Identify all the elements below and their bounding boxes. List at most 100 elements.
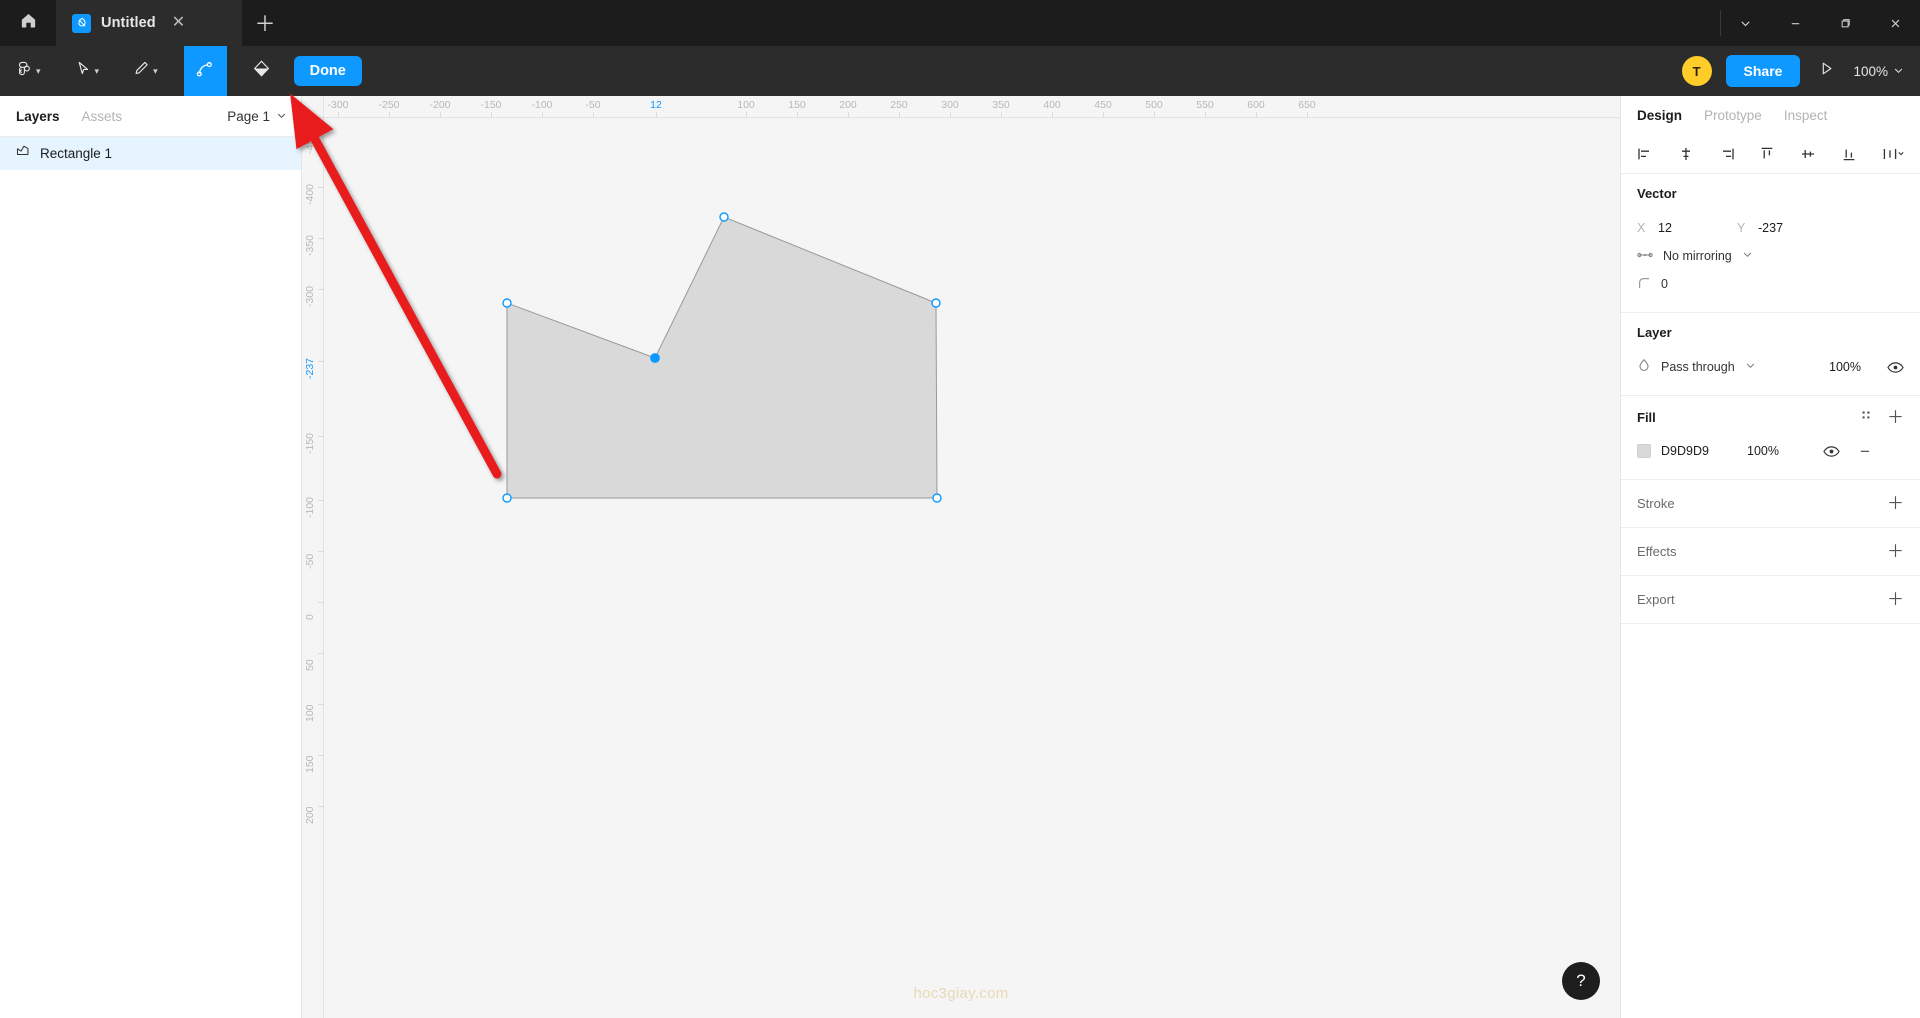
anchor-point[interactable] <box>931 298 941 308</box>
question-mark-icon: ? <box>1576 971 1586 990</box>
add-fill-button[interactable]: ＋ <box>1887 409 1904 426</box>
tab-design[interactable]: Design <box>1637 108 1682 123</box>
move-tool-button[interactable]: ▾ <box>69 46 106 96</box>
pen-tool-button[interactable]: ▾ <box>127 46 164 96</box>
y-value: -237 <box>1758 221 1784 235</box>
main-toolbar: ▾ ▾ ▾ Done T Share 100% <box>0 46 1920 96</box>
close-icon[interactable] <box>1870 0 1920 46</box>
eye-icon[interactable] <box>1887 361 1904 374</box>
tab-assets[interactable]: Assets <box>82 109 123 124</box>
align-left-icon[interactable] <box>1637 146 1653 162</box>
fill-color-swatch[interactable] <box>1637 444 1651 458</box>
cursor-arrow-icon <box>75 60 92 82</box>
done-button[interactable]: Done <box>293 56 362 86</box>
canvas[interactable]: -300 -250 -200 -150 -100 -50 12 100 150 200 250 300… <box>302 96 1620 1018</box>
align-bottom-icon[interactable] <box>1841 146 1857 162</box>
layer-item-rectangle-1[interactable]: Rectangle 1 <box>0 137 301 170</box>
blend-mode-dropdown[interactable]: Pass through <box>1637 358 1756 376</box>
anchor-point[interactable] <box>932 493 942 503</box>
pencil-icon <box>133 60 150 82</box>
anchor-point[interactable] <box>719 212 729 222</box>
fill-section-header: Fill ＋ <box>1637 408 1904 427</box>
close-icon[interactable]: ✕ <box>172 15 185 31</box>
y-field[interactable]: Y -237 <box>1737 221 1837 235</box>
layer-name: Rectangle 1 <box>40 146 113 161</box>
zoom-control[interactable]: 100% <box>1853 64 1906 79</box>
main-menu-button[interactable]: ▾ <box>10 46 47 96</box>
stroke-section: Stroke ＋ <box>1621 480 1920 528</box>
align-horizontal-center-icon[interactable] <box>1678 146 1694 162</box>
fill-section: Fill ＋ D9D9D9 100% − <box>1621 396 1920 480</box>
tab-layers[interactable]: Layers <box>16 109 60 124</box>
new-tab-button[interactable]: ＋ <box>242 0 288 46</box>
home-icon <box>19 11 38 35</box>
align-right-icon[interactable] <box>1719 146 1735 162</box>
layers-panel: Layers Assets Page 1 Rectangle 1 <box>0 96 302 1018</box>
chevron-down-icon <box>1742 249 1753 263</box>
shape-path[interactable] <box>506 216 938 499</box>
x-value: 12 <box>1658 221 1672 235</box>
corner-radius-row: 0 <box>1637 270 1904 298</box>
paint-bucket-icon <box>251 58 272 84</box>
x-field[interactable]: X 12 <box>1637 221 1737 235</box>
minimize-icon[interactable] <box>1770 0 1820 46</box>
effects-section: Effects ＋ <box>1621 528 1920 576</box>
fill-section-title: Fill <box>1637 410 1656 425</box>
align-top-icon[interactable] <box>1759 146 1775 162</box>
mirror-handles-icon <box>1637 248 1653 265</box>
blend-mode-icon <box>1637 358 1651 376</box>
style-grid-icon[interactable] <box>1859 408 1873 427</box>
paint-bucket-tool-button[interactable] <box>245 46 278 96</box>
eye-icon[interactable] <box>1823 445 1840 458</box>
chevron-down-icon[interactable] <box>1720 0 1770 46</box>
tab-inspect[interactable]: Inspect <box>1784 108 1828 123</box>
add-stroke-button[interactable]: ＋ <box>1887 495 1904 512</box>
mirroring-dropdown[interactable]: No mirroring <box>1637 248 1753 265</box>
vector-pen-tool-button[interactable] <box>183 46 227 96</box>
layer-opacity-value[interactable]: 100% <box>1829 360 1861 374</box>
anchor-point[interactable] <box>502 298 512 308</box>
vector-position-row: X 12 Y -237 <box>1637 214 1904 242</box>
watermark: hoc3giay.com <box>913 985 1009 1002</box>
fill-opacity-value[interactable]: 100% <box>1747 444 1817 458</box>
present-button[interactable] <box>1814 60 1839 82</box>
zoom-level-label: 100% <box>1853 63 1888 79</box>
vector-shape[interactable] <box>302 96 1620 1018</box>
window-controls <box>1720 0 1920 46</box>
page-selector[interactable]: Page 1 <box>227 109 287 124</box>
anchor-point-selected[interactable] <box>650 353 660 363</box>
align-vertical-center-icon[interactable] <box>1800 146 1816 162</box>
layer-section: Layer Pass through 100% <box>1621 313 1920 396</box>
chevron-down-icon <box>1893 64 1904 79</box>
vector-section: Vector X 12 Y -237 No mirroring 0 <box>1621 174 1920 313</box>
chevron-down-icon <box>276 109 287 124</box>
add-export-button[interactable]: ＋ <box>1887 591 1904 608</box>
export-section: Export ＋ <box>1621 576 1920 624</box>
chevron-down-icon <box>1745 360 1756 374</box>
document-tab[interactable]: Untitled ✕ <box>56 0 242 46</box>
help-button[interactable]: ? <box>1562 962 1600 1000</box>
fill-hex-value[interactable]: D9D9D9 <box>1661 444 1747 458</box>
home-button[interactable] <box>0 0 56 46</box>
avatar[interactable]: T <box>1681 56 1712 86</box>
add-effect-button[interactable]: ＋ <box>1887 543 1904 560</box>
design-panel: Design Prototype Inspect Vector X 12 Y -… <box>1620 96 1920 1018</box>
page-selector-label: Page 1 <box>227 108 270 124</box>
alignment-toolbar <box>1621 134 1920 174</box>
anchor-point[interactable] <box>502 493 512 503</box>
figma-logo-icon <box>16 60 33 82</box>
layers-panel-tabs: Layers Assets Page 1 <box>0 96 301 137</box>
maximize-icon[interactable] <box>1820 0 1870 46</box>
export-section-title: Export <box>1637 592 1675 607</box>
layer-section-title: Layer <box>1637 325 1672 340</box>
figma-file-icon <box>72 13 91 33</box>
remove-fill-button[interactable]: − <box>1860 443 1870 460</box>
vector-section-title: Vector <box>1637 186 1677 201</box>
stroke-section-title: Stroke <box>1637 496 1675 511</box>
share-button[interactable]: Share <box>1725 55 1801 87</box>
design-panel-tabs: Design Prototype Inspect <box>1621 96 1920 134</box>
corner-radius-value: 0 <box>1661 277 1668 291</box>
distribute-icon[interactable] <box>1882 146 1904 162</box>
tab-prototype[interactable]: Prototype <box>1704 108 1762 123</box>
corner-radius-field[interactable]: 0 <box>1637 276 1668 293</box>
